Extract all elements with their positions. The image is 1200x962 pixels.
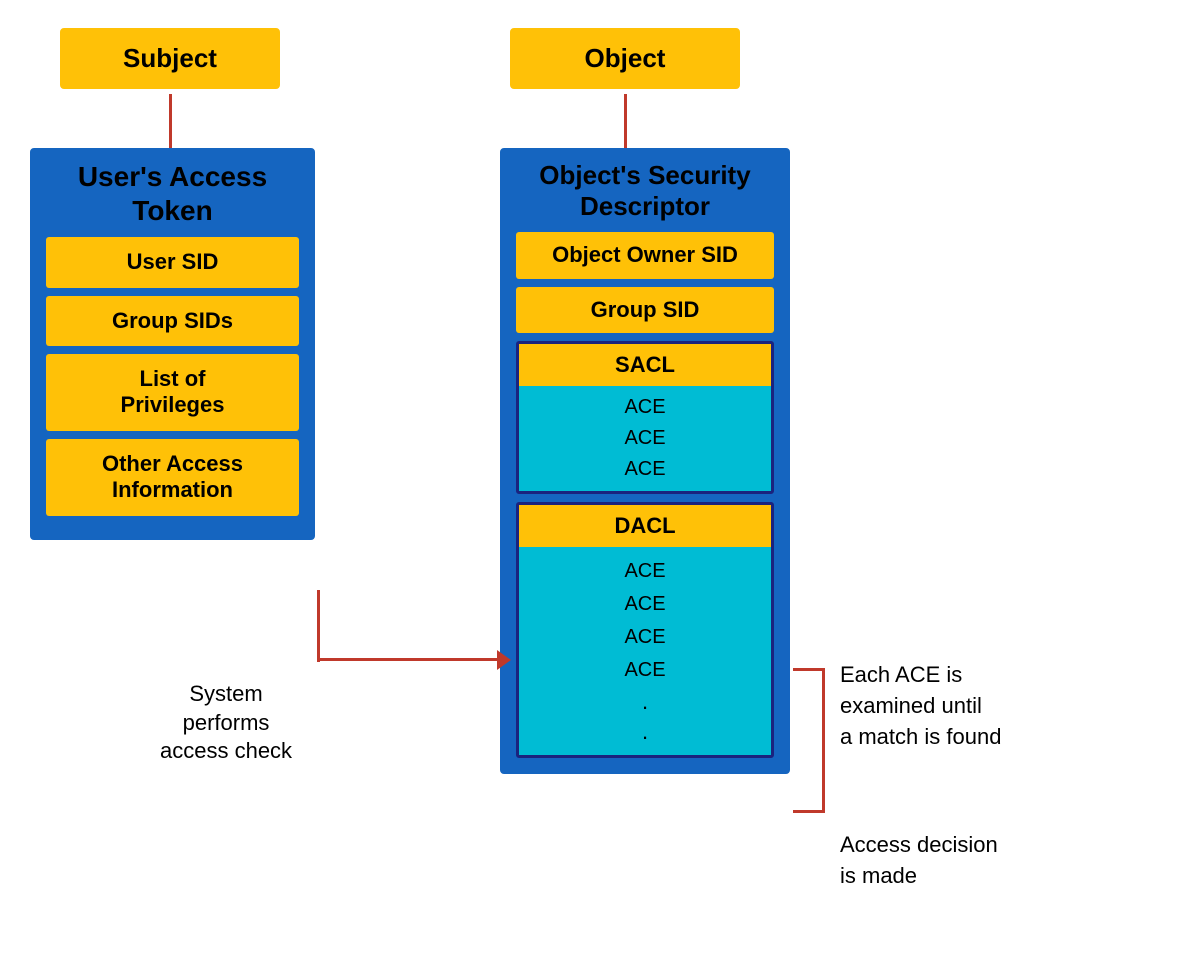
other-access-info-item: Other AccessInformation: [46, 439, 299, 516]
group-sids-item: Group SIDs: [46, 296, 299, 346]
dacl-aces: ACE ACE ACE ACE . .: [519, 547, 771, 755]
sacl-header: SACL: [519, 344, 771, 386]
list-of-privileges-item: List ofPrivileges: [46, 354, 299, 431]
bracket-right-bottom-h: [793, 810, 823, 813]
user-sid-item: User SID: [46, 237, 299, 287]
dacl-ace-4: ACE: [527, 654, 763, 687]
subject-label: Subject: [123, 43, 217, 73]
dacl-header: DACL: [519, 505, 771, 547]
object-connector-line: [624, 94, 627, 149]
security-descriptor-container: Object's SecurityDescriptor Object Owner…: [500, 148, 790, 774]
bracket-right-vertical: [822, 668, 825, 813]
dacl-ace-1: ACE: [527, 555, 763, 588]
object-box: Object: [510, 28, 740, 89]
dacl-group: DACL ACE ACE ACE ACE . .: [516, 502, 774, 758]
access-token-container: User's Access Token User SID Group SIDs …: [30, 148, 315, 540]
bracket-left-vertical: [317, 590, 320, 662]
system-performs-text: Systemperformsaccess check: [160, 680, 292, 766]
dacl-ace-3: ACE: [527, 621, 763, 654]
diagram-container: Subject Object User's Access Token User …: [0, 0, 1200, 962]
sacl-ace-3: ACE: [527, 454, 763, 485]
dacl-dot-1: .: [527, 687, 763, 717]
subject-connector-line: [169, 94, 172, 149]
security-descriptor-title: Object's SecurityDescriptor: [516, 160, 774, 222]
sacl-group: SACL ACE ACE ACE: [516, 341, 774, 494]
sacl-ace-2: ACE: [527, 423, 763, 454]
access-decision-text: Access decisionis made: [840, 830, 998, 892]
dacl-ace-2: ACE: [527, 588, 763, 621]
dacl-dot-2: .: [527, 717, 763, 747]
arrow-head: [497, 650, 511, 670]
object-owner-sid-item: Object Owner SID: [516, 232, 774, 278]
object-label: Object: [585, 43, 666, 73]
group-sid-item: Group SID: [516, 287, 774, 333]
arrow-horizontal-line: [318, 658, 503, 661]
bracket-right-top-h: [793, 668, 823, 671]
access-token-title: User's Access Token: [46, 160, 299, 227]
each-ace-text: Each ACE isexamined untila match is foun…: [840, 660, 1001, 752]
sacl-aces: ACE ACE ACE: [519, 386, 771, 491]
sacl-ace-1: ACE: [527, 392, 763, 423]
subject-box: Subject: [60, 28, 280, 89]
